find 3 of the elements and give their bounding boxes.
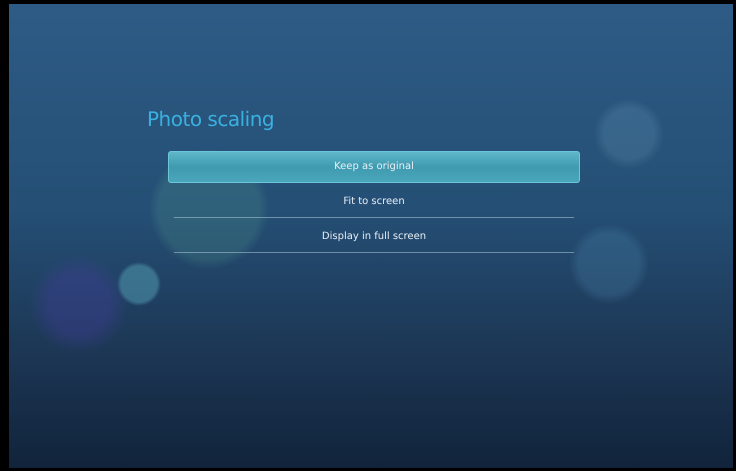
menu-option[interactable]: Display in full screen [174, 222, 574, 253]
menu-title: Photo scaling [147, 107, 276, 131]
menu-option[interactable]: Fit to screen [174, 187, 574, 218]
